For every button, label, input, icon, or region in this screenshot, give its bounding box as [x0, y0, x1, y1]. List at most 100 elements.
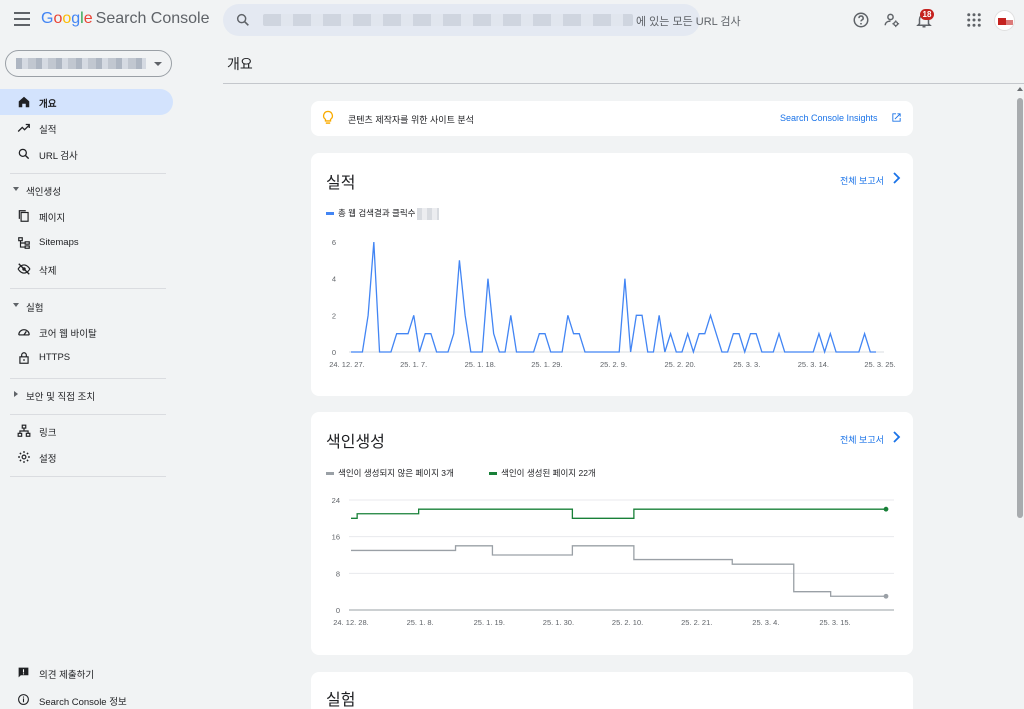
insights-text: 콘텐츠 제작자를 위한 사이트 분석 [348, 115, 474, 125]
performance-chart: 0 2 4 6 24. 12. 27. 25. 1. 7. 25. 1. 18. 25. 1.… [329, 238, 895, 369]
x-tick-label: 25. 3. 4. [752, 618, 779, 627]
property-selector[interactable] [5, 50, 172, 77]
chevron-right-icon[interactable] [891, 431, 901, 443]
expand-triangle-icon [13, 303, 19, 307]
sidebar-divider [10, 414, 166, 415]
sidebar-divider [10, 476, 166, 477]
gear-icon [18, 451, 30, 463]
indexing-card: 색인생성 전체 보고서 색인이 생성되지 않은 페이지 3개 색인이 생성된 페… [311, 412, 913, 655]
x-tick-label: 25. 3. 14. [798, 360, 829, 369]
sidebar-item-removals[interactable]: 삭제 [0, 256, 173, 282]
indexing-card-title: 색인생성 [326, 434, 385, 451]
legend-swatch-clicks [326, 212, 334, 216]
experience-card-title: 실험 [326, 692, 356, 709]
x-tick-label: 25. 2. 21. [681, 618, 712, 627]
legend-clicks-label: 총 웹 검색결과 클릭수 [338, 208, 416, 218]
indexing-full-report-link[interactable]: 전체 보고서 [840, 433, 884, 446]
account-avatar[interactable] [994, 10, 1015, 31]
sidebar-item-settings[interactable]: 설정 [0, 444, 173, 470]
speedometer-icon [18, 329, 30, 336]
x-tick-label: 25. 2. 9. [600, 360, 627, 369]
indexing-chart: 0 8 16 24 24. 12. 28. 25. 1. 8. 25. 1. 19. 25. … [332, 496, 894, 627]
page-scrollbar[interactable] [1016, 84, 1024, 709]
sidebar-item-feedback[interactable]: 의견 제출하기 [0, 662, 173, 684]
chevron-right-icon[interactable] [891, 172, 901, 184]
collapsed-triangle-icon [14, 391, 18, 397]
url-inspection-search[interactable]: 에 있는 모든 URL 검사 [223, 4, 741, 36]
expand-triangle-icon [13, 187, 19, 191]
y-tick-label: 24 [332, 496, 340, 505]
dropdown-caret-icon [154, 62, 162, 66]
top-app-bar: Google Search Console 에 있는 모든 URL 검사 18 [0, 0, 1024, 42]
open-external-icon[interactable] [891, 112, 902, 123]
home-icon [18, 96, 30, 108]
feedback-icon [18, 667, 29, 678]
search-icon [236, 13, 249, 26]
section-indexing-toggle[interactable]: 색인생성 [0, 179, 173, 201]
sidebar-item-links[interactable]: 링크 [0, 418, 173, 444]
notification-count-badge: 18 [920, 9, 934, 20]
y-tick-label: 2 [332, 311, 336, 320]
performance-card-title: 실적 [326, 175, 356, 192]
legend-swatch-not-indexed [326, 472, 334, 476]
x-tick-label: 25. 2. 10. [612, 618, 643, 627]
help-icon[interactable] [852, 11, 870, 29]
lock-icon [19, 352, 29, 364]
experience-card: 실험 [311, 672, 913, 709]
x-tick-label: 25. 1. 29. [531, 360, 562, 369]
y-tick-label: 0 [336, 606, 340, 615]
main-menu-icon[interactable] [14, 12, 30, 26]
sidebar-item-pages[interactable]: 페이지 [0, 203, 173, 229]
sidebar-item-overview[interactable]: 개요 [0, 89, 173, 115]
performance-full-report-link[interactable]: 전체 보고서 [840, 174, 884, 187]
scrollbar-thumb[interactable] [1017, 98, 1023, 518]
y-tick-label: 4 [332, 275, 336, 284]
sidebar-item-sitemaps[interactable]: Sitemaps [0, 230, 173, 256]
header-divider [223, 83, 1024, 84]
legend-not-indexed-label: 색인이 생성되지 않은 페이지 3개 [338, 468, 454, 478]
y-tick-label: 0 [332, 348, 336, 357]
legend-not-indexed[interactable]: 색인이 생성되지 않은 페이지 3개 [326, 467, 454, 479]
section-experience-toggle[interactable]: 실험 [0, 295, 173, 317]
series-line [351, 508, 886, 519]
trending-up-icon [17, 123, 30, 132]
sidebar-item-https[interactable]: HTTPS [0, 345, 173, 371]
legend-indexed[interactable]: 색인이 생성된 페이지 22개 [489, 467, 596, 479]
apps-grid-icon[interactable] [965, 11, 983, 29]
sidebar-divider [10, 173, 166, 174]
x-tick-label: 24. 12. 27. [329, 360, 364, 369]
performance-card: 실적 전체 보고서 총 웹 검색결과 클릭수 0 2 4 6 24. 12. 27. 25… [311, 153, 913, 396]
app-logo[interactable]: Google Search Console [41, 10, 209, 28]
series-end-point [883, 593, 889, 599]
insights-banner: 콘텐츠 제작자를 위한 사이트 분석 Search Console Insigh… [311, 101, 913, 136]
y-tick-label: 6 [332, 238, 336, 247]
x-tick-label: 25. 1. 18. [465, 360, 496, 369]
performance-legend[interactable]: 총 웹 검색결과 클릭수 [326, 207, 440, 220]
x-tick-label: 25. 1. 30. [543, 618, 574, 627]
sidebar-item-about[interactable]: Search Console 정보 [0, 689, 173, 709]
sidebar-item-core-web-vitals[interactable]: 코어 웹 바이탈 [0, 319, 173, 345]
section-security-toggle[interactable]: 보안 및 직접 조치 [0, 384, 173, 406]
y-tick-label: 16 [332, 533, 340, 542]
y-tick-label: 8 [336, 569, 340, 578]
x-tick-label: 25. 1. 19. [474, 618, 505, 627]
search-icon [18, 148, 30, 160]
x-tick-label: 25. 3. 25. [864, 360, 895, 369]
x-tick-label: 24. 12. 28. [333, 618, 368, 627]
x-tick-label: 25. 1. 7. [400, 360, 427, 369]
pages-icon [18, 210, 29, 222]
sidebar-item-url-inspection[interactable]: URL 검사 [0, 141, 173, 167]
lightbulb-icon [322, 110, 334, 124]
manage-users-icon[interactable] [883, 11, 901, 29]
insights-link[interactable]: Search Console Insights [780, 113, 878, 123]
series-line [351, 545, 886, 597]
redacted-property-url [263, 14, 633, 26]
sitemap-icon [18, 237, 30, 249]
eye-off-icon [17, 263, 31, 275]
legend-swatch-indexed [489, 472, 497, 476]
redacted-total-clicks [417, 207, 440, 220]
info-icon [18, 694, 29, 705]
redacted-property-name [16, 58, 146, 69]
sidebar-item-performance[interactable]: 실적 [0, 115, 173, 141]
scroll-up-arrow-icon[interactable] [1017, 87, 1023, 91]
